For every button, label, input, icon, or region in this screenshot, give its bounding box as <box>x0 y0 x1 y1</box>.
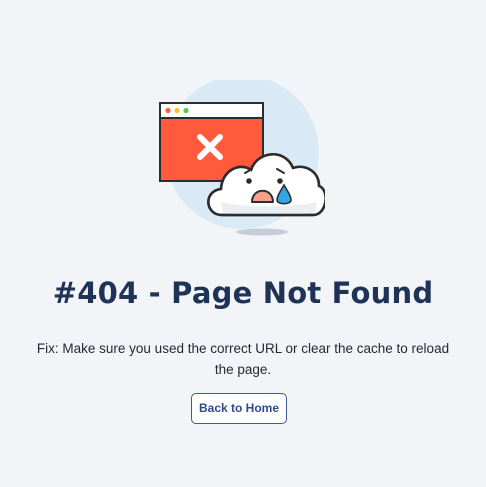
cloud-eye-left <box>246 178 252 184</box>
cloud-mouth <box>251 189 274 203</box>
back-to-home-button[interactable]: Back to Home <box>191 393 287 424</box>
error-illustration-graphic <box>159 75 327 236</box>
error-illustration <box>155 75 327 240</box>
error-title: #404 - Page Not Found <box>52 276 434 310</box>
error-message: Fix: Make sure you used the correct URL … <box>36 341 450 377</box>
cloud-eye-right <box>277 178 283 184</box>
cloud-shadow <box>236 228 288 236</box>
